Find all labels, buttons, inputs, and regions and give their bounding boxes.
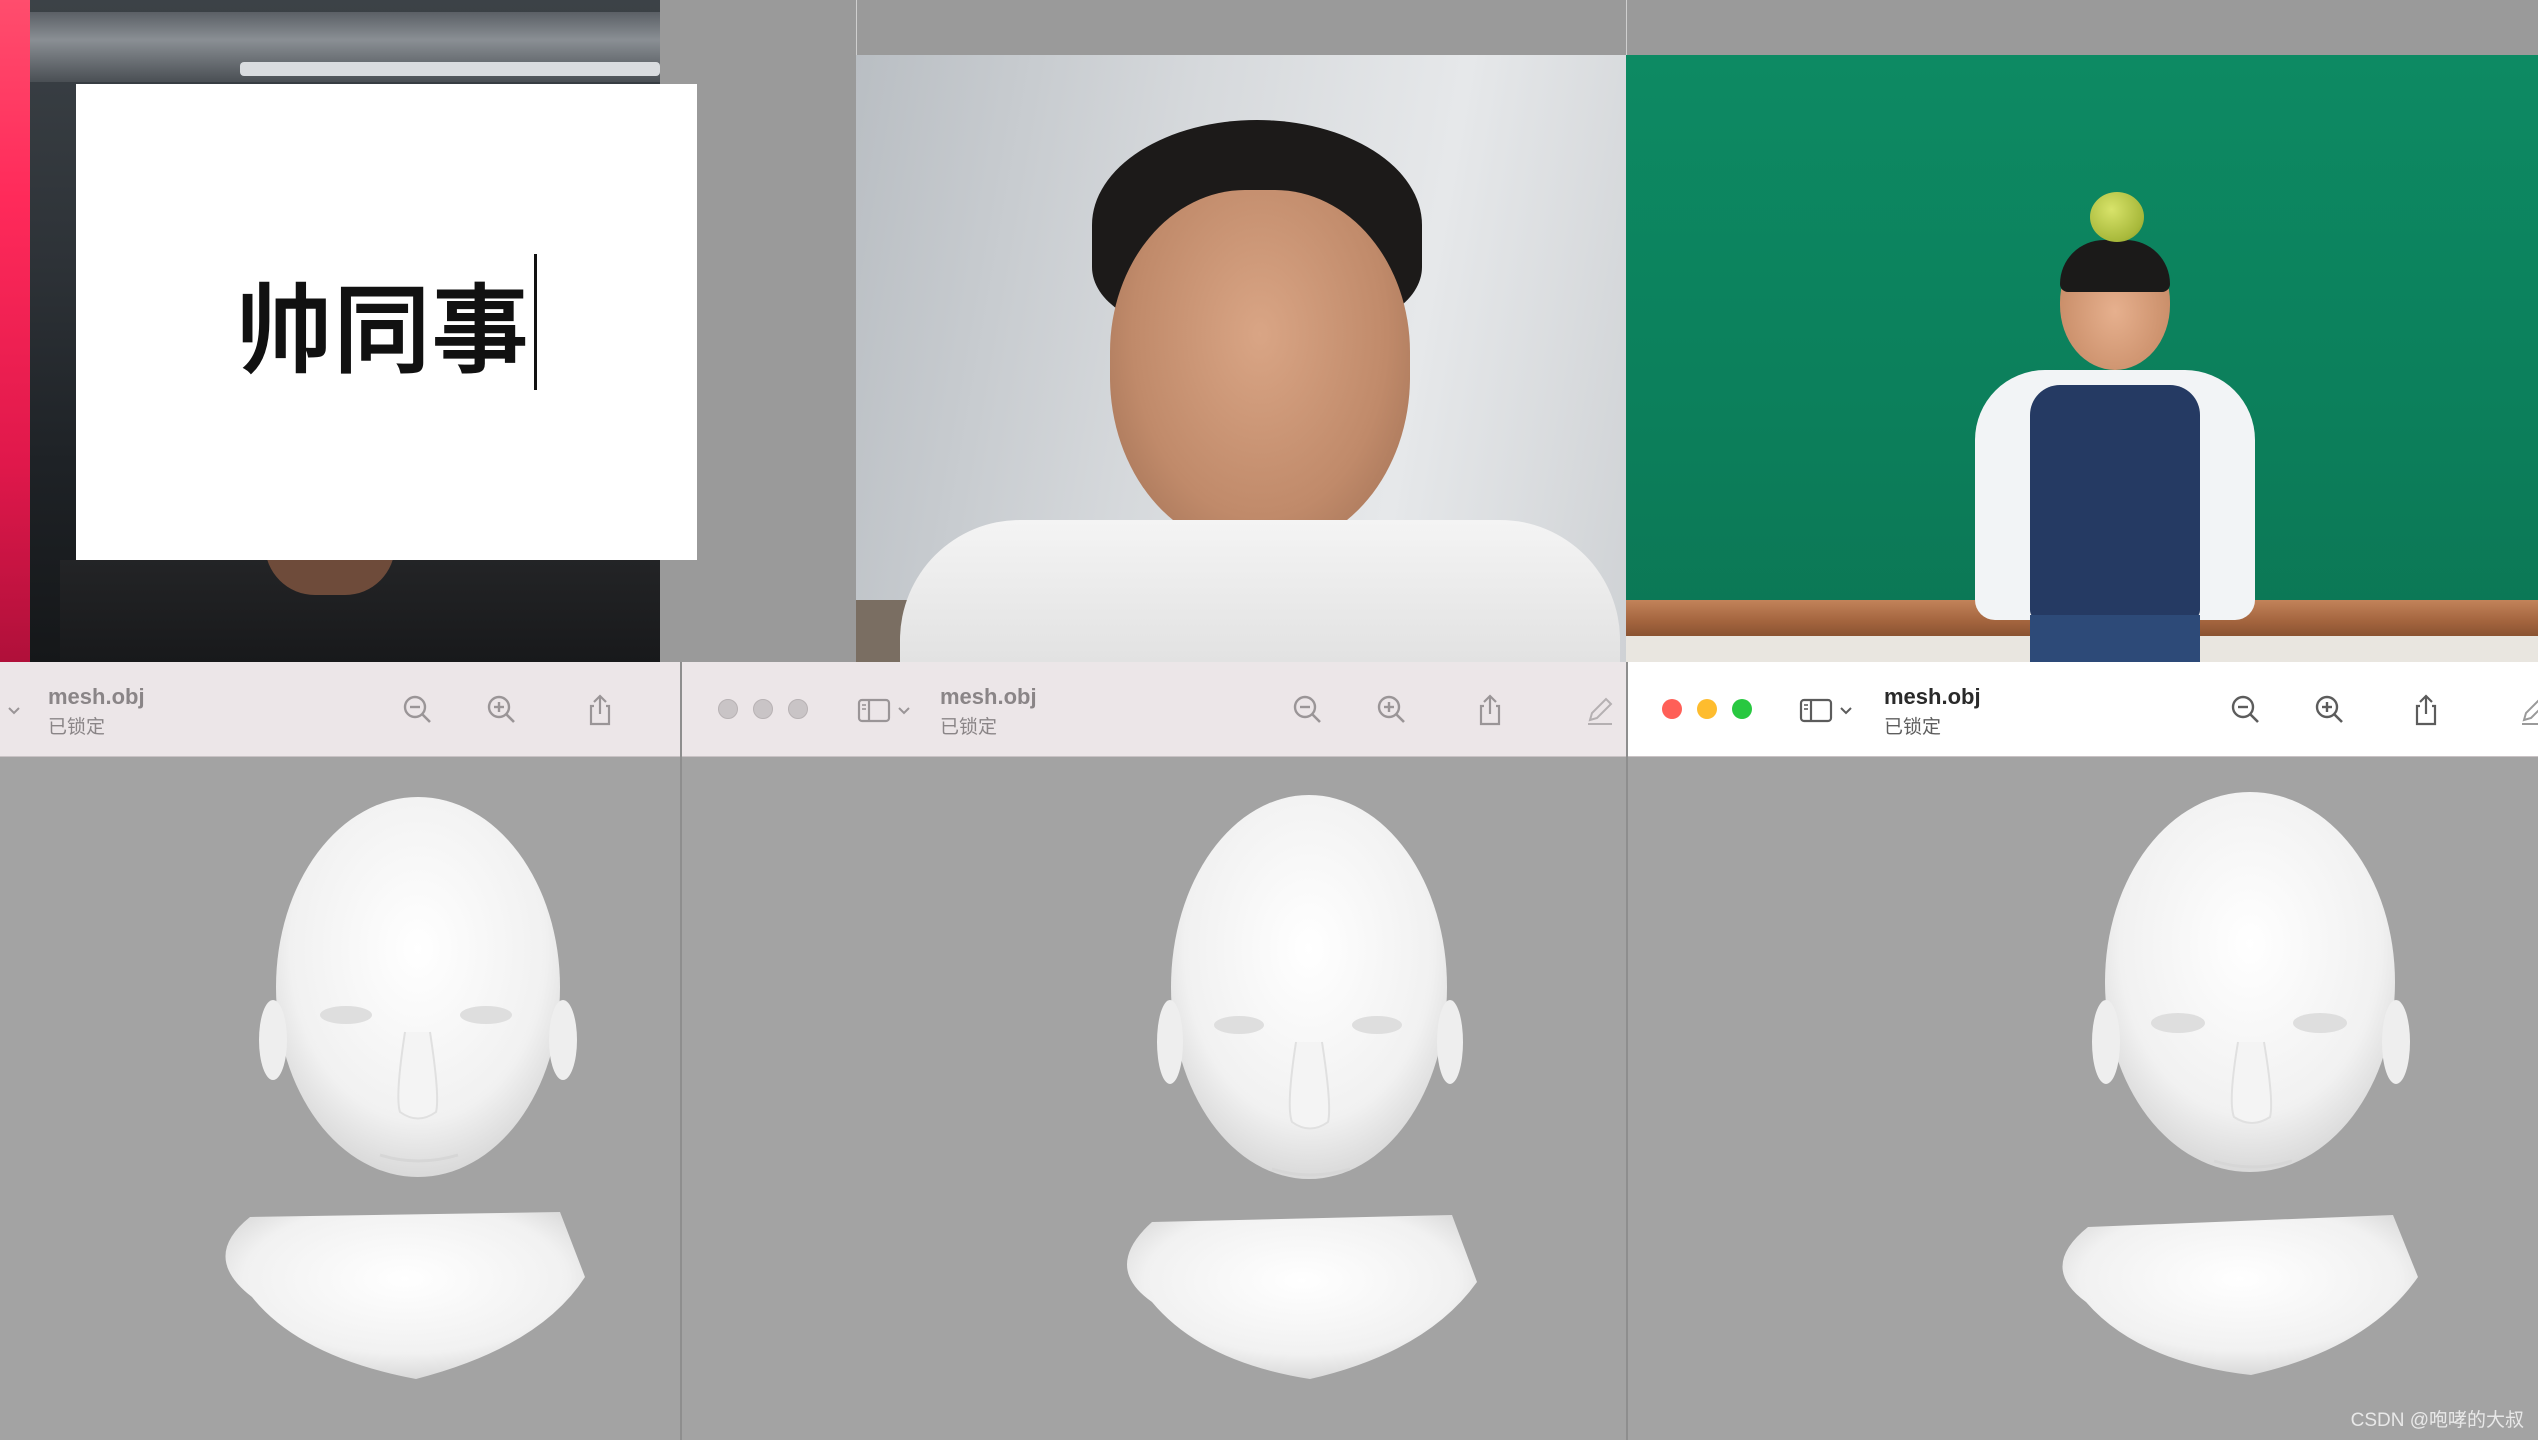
close-button[interactable]	[1662, 699, 1682, 719]
pencil-icon[interactable]	[1582, 692, 1618, 728]
pencil-icon[interactable]	[2516, 692, 2538, 728]
window-subtitle: 已锁定	[1884, 717, 1942, 738]
zoom-button[interactable]	[1732, 699, 1752, 719]
window-subtitle: 已锁定	[940, 717, 998, 738]
mesh-viewport-1[interactable]	[0, 757, 680, 1440]
preview-toolbar-2: mesh.obj 已锁定	[682, 662, 1626, 757]
head-mesh-2	[1127, 795, 1477, 1379]
child-photo-apple	[2090, 192, 2144, 242]
child-photo-vest	[2030, 385, 2200, 620]
watermark: CSDN @咆哮的大叔	[2350, 1410, 2524, 1431]
preview-toolbar-1: mesh.obj 已锁定	[0, 662, 680, 757]
webcam-photo-light	[240, 62, 660, 76]
zoom-out-icon[interactable]	[2228, 692, 2264, 728]
text-overlay-card[interactable]: 帅同事	[76, 84, 697, 560]
preview-toolbar-3: mesh.obj 已锁定	[1628, 662, 2538, 757]
close-button[interactable]	[718, 699, 738, 719]
overlay-text[interactable]: 帅同事	[236, 253, 530, 392]
sidebar-icon[interactable]	[1798, 692, 1834, 728]
child-photo-pants	[2030, 615, 2200, 662]
text-cursor	[534, 254, 537, 390]
minimize-button[interactable]	[1697, 699, 1717, 719]
mesh-viewport-2[interactable]	[682, 757, 1626, 1440]
chevron-down-icon[interactable]	[1836, 700, 1856, 720]
zoom-in-icon[interactable]	[2312, 692, 2348, 728]
window-subtitle: 已锁定	[48, 717, 106, 738]
zoom-out-icon[interactable]	[400, 692, 436, 728]
minimize-button[interactable]	[753, 699, 773, 719]
zoom-button[interactable]	[788, 699, 808, 719]
zoom-in-icon[interactable]	[484, 692, 520, 728]
chevron-down-icon[interactable]	[4, 700, 24, 720]
portrait-photo-shirt	[900, 520, 1620, 662]
sidebar-icon[interactable]	[856, 692, 892, 728]
window-backdrop-2	[856, 0, 1627, 55]
share-icon[interactable]	[1472, 692, 1508, 728]
head-mesh-3	[2062, 792, 2418, 1375]
share-icon[interactable]	[582, 692, 618, 728]
window-title: mesh.obj	[48, 684, 145, 709]
window-title: mesh.obj	[940, 684, 1037, 709]
share-icon[interactable]	[2408, 692, 2444, 728]
portrait-photo-face	[1110, 190, 1410, 550]
mesh-viewport-3[interactable]	[1628, 757, 2538, 1440]
window-title: mesh.obj	[1884, 684, 1981, 709]
desktop-wallpaper-edge	[0, 0, 30, 662]
window-backdrop-3	[1626, 0, 2538, 55]
zoom-in-icon[interactable]	[1374, 692, 1410, 728]
chevron-down-icon[interactable]	[894, 700, 914, 720]
zoom-out-icon[interactable]	[1290, 692, 1326, 728]
head-mesh-1	[225, 797, 585, 1379]
